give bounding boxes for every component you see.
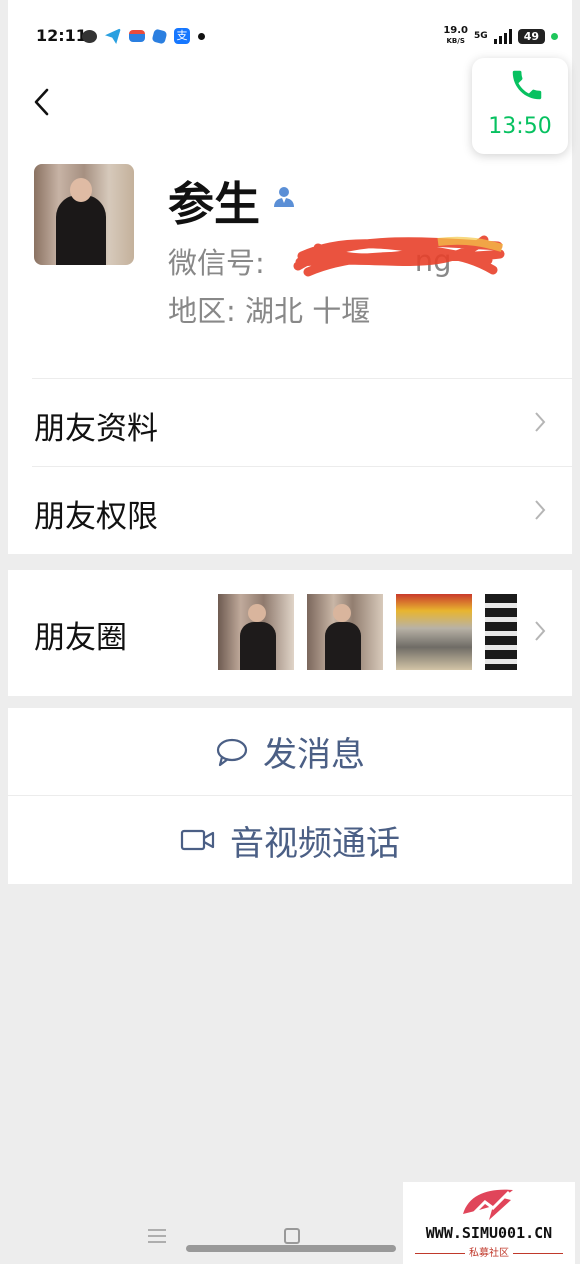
video-call-label: 音视频通话 [230,823,400,864]
battery-icon: 49 [517,28,545,44]
region-label: 地区: [168,294,245,328]
menu-icon[interactable] [148,1228,166,1244]
chevron-right-icon [535,500,546,520]
friend-permissions-label: 朋友权限 [34,499,158,535]
chevron-right-icon [535,412,546,432]
wallet-icon [129,30,145,42]
watermark-logo-icon [463,1189,513,1220]
avatar-person [56,195,106,265]
watermark-subtitle: 私募社区 [403,1244,575,1259]
friend-info-label: 朋友资料 [34,411,158,447]
signal-icon [493,28,512,44]
region-row: 地区: 湖北 十堰 [168,288,370,330]
contact-profile-screen: 12:11 支 19.0 KB/S 5G 49 13:50 参生 微信号: ng… [8,0,572,1264]
moments-thumbnail [396,594,472,670]
region-value: 湖北 十堰 [245,294,371,328]
contact-nickname: 参生 [168,177,260,231]
watermark: WWW.SIMU001.CN 私募社区 [403,1182,575,1264]
moments-thumbnail [307,594,383,670]
video-camera-icon [180,829,215,851]
moments-row[interactable]: 朋友圈 [8,570,572,696]
send-icon [105,28,121,44]
privacy-indicator-icon [551,32,558,40]
redaction-scribble [293,235,505,277]
more-notifications-icon [198,32,205,40]
wechat-id-label: 微信号: [168,246,265,280]
avatar[interactable] [34,164,134,265]
contact-tag-user-icon [274,187,294,207]
home-indicator[interactable] [186,1245,396,1252]
status-time: 12:11 [36,26,87,45]
friend-info-row[interactable]: 朋友资料 [32,378,572,466]
cube-icon [151,28,168,44]
ongoing-call-float[interactable]: 13:50 [472,58,568,154]
network-type: 5G [474,31,488,41]
notification-icons: 支 [82,28,205,44]
profile-header: 13:50 参生 微信号: ng 地区: 湖北 十堰 朋友资料 朋友权限 [8,58,572,554]
system-status: 19.0 KB/S 5G 49 [443,26,558,46]
wechat-icon [82,29,97,43]
send-message-button[interactable]: 发消息 [8,708,572,796]
moments-thumbnail [218,594,294,670]
watermark-url: WWW.SIMU001.CN [425,1224,553,1242]
moments-thumbnail [485,594,517,670]
send-message-label: 发消息 [263,735,365,775]
contact-actions: 发消息 音视频通话 [8,708,572,884]
moments-label: 朋友圈 [34,620,127,656]
video-call-button[interactable]: 音视频通话 [8,796,572,884]
call-duration: 13:50 [488,114,552,139]
home-square-icon[interactable] [284,1228,300,1244]
avatar-face [70,178,92,202]
chat-bubble-icon [216,738,248,766]
net-speed: 19.0 KB/S [443,25,469,46]
status-bar: 12:11 支 19.0 KB/S 5G 49 [8,0,572,64]
back-arrow-icon[interactable] [30,88,54,116]
phone-icon [512,70,542,100]
chevron-right-icon [535,621,546,641]
friend-permissions-row[interactable]: 朋友权限 [32,466,572,554]
alipay-icon: 支 [174,28,190,44]
